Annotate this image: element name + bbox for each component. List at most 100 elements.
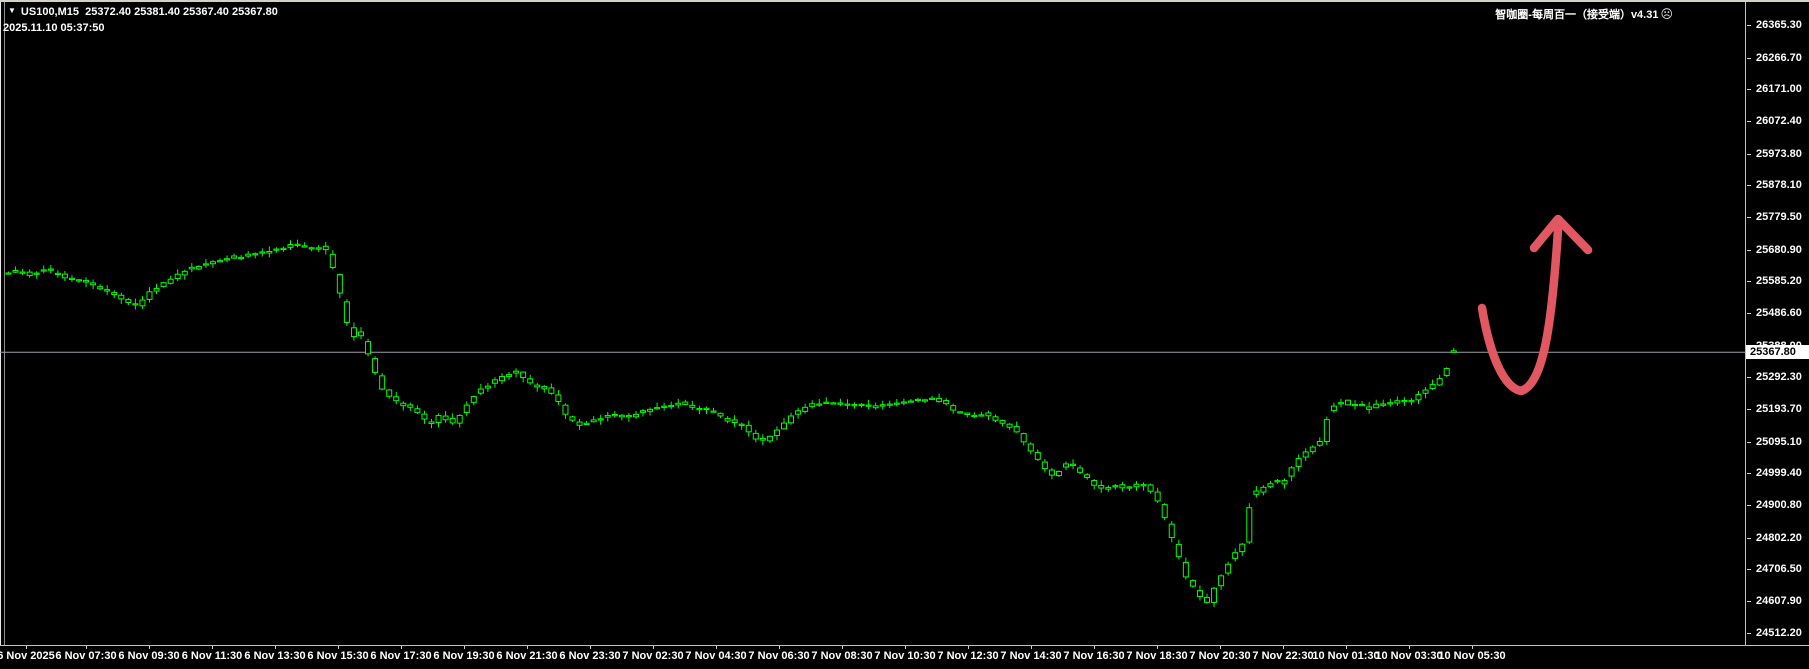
candlestick	[944, 401, 949, 404]
candlestick	[810, 404, 815, 407]
time-axis-tick	[905, 646, 906, 649]
candlestick	[91, 283, 96, 285]
candlestick	[887, 404, 892, 405]
price-axis-label: 25680.90	[1756, 244, 1802, 256]
candlestick	[1106, 488, 1111, 490]
time-axis-label: 7 Nov 08:30	[811, 650, 872, 662]
candlestick	[1134, 484, 1139, 487]
candlestick	[316, 248, 321, 249]
price-axis-label: 25878.10	[1756, 179, 1802, 191]
candlestick	[1360, 405, 1365, 406]
candlestick	[203, 264, 208, 265]
sad-face-icon: ☹	[1660, 7, 1673, 21]
candlestick	[1113, 486, 1118, 487]
candlestick	[521, 372, 526, 377]
candlestick	[937, 398, 942, 401]
candlestick	[908, 401, 913, 402]
time-axis-tick	[842, 646, 843, 649]
candlestick	[986, 413, 991, 416]
candlestick	[662, 406, 667, 407]
candlestick	[584, 423, 589, 424]
candlestick	[1127, 487, 1132, 488]
candlestick	[1085, 475, 1090, 478]
candlestick	[55, 273, 60, 274]
time-axis-label: 6 Nov 09:30	[118, 650, 179, 662]
candlestick	[1064, 464, 1069, 467]
candlestick	[831, 403, 836, 404]
candlestick	[1409, 401, 1414, 402]
candlestick	[1233, 553, 1238, 559]
candlestick	[288, 245, 293, 248]
candlestick	[210, 262, 215, 264]
candlestick	[901, 402, 906, 403]
candlestick	[337, 275, 342, 293]
candlestick	[77, 280, 82, 281]
candlestick	[1190, 581, 1195, 586]
candlestick	[697, 409, 702, 410]
candlestick	[951, 406, 956, 410]
time-axis-label: 7 Nov 16:30	[1063, 650, 1124, 662]
candlestick	[1226, 564, 1231, 573]
candlestick	[41, 270, 46, 271]
candlestick	[1395, 401, 1400, 403]
candlestick	[119, 295, 124, 299]
candlestick	[478, 389, 483, 393]
time-axis-label: 10 Nov 05:30	[1438, 650, 1505, 662]
time-axis-tick	[716, 646, 717, 649]
candlestick	[1071, 464, 1076, 465]
candlestick	[690, 405, 695, 407]
candlestick	[880, 405, 885, 406]
price-axis-tick	[1747, 185, 1751, 186]
time-axis-label: 7 Nov 20:30	[1189, 650, 1250, 662]
candlestick	[1374, 404, 1379, 408]
price-axis-label: 25095.10	[1756, 436, 1802, 448]
candlestick	[507, 375, 512, 377]
candlestick	[1437, 379, 1442, 385]
price-axis[interactable]: 26365.3026266.7026171.0026072.4025973.80…	[1745, 2, 1809, 645]
price-axis-label: 26171.00	[1756, 83, 1802, 95]
time-axis[interactable]: 6 Nov 20256 Nov 07:306 Nov 09:306 Nov 11…	[0, 645, 1809, 669]
candlestick	[196, 266, 201, 269]
candlestick	[436, 416, 441, 423]
candlestick	[923, 400, 928, 401]
candlestick	[1049, 470, 1054, 475]
candlestick	[161, 283, 166, 287]
candlestick	[232, 256, 237, 258]
candlestick	[739, 424, 744, 425]
ohlc-readout: 25372.40 25381.40 25367.40 25367.80	[85, 6, 278, 18]
symbol-readout: ▼US100,M15 25372.40 25381.40 25367.40 25…	[8, 6, 278, 18]
candlestick	[1303, 452, 1308, 457]
price-axis-label: 24706.50	[1756, 563, 1802, 575]
trend-arrow-body[interactable]	[1482, 230, 1558, 391]
time-axis-tick	[653, 646, 654, 649]
candlestick	[1148, 485, 1153, 491]
candlestick	[408, 405, 413, 407]
candlestick	[612, 415, 617, 416]
candlestick	[1205, 598, 1210, 603]
candlestick	[1042, 462, 1047, 469]
time-axis-tick	[1157, 646, 1158, 649]
candlestick	[105, 290, 110, 291]
candlestick	[873, 406, 878, 408]
current-price-badge: 25367.80	[1746, 345, 1809, 359]
candlestick	[930, 398, 935, 399]
chart-plot-area[interactable]: ▼US100,M15 25372.40 25381.40 25367.40 25…	[0, 2, 1745, 645]
candlestick	[669, 405, 674, 406]
candlestick	[1056, 472, 1061, 476]
candlestick	[626, 416, 631, 417]
candlestick-chart[interactable]	[0, 0, 1809, 669]
candlestick	[1346, 400, 1351, 405]
candlestick	[711, 411, 716, 412]
candlestick	[1296, 459, 1301, 467]
price-axis-tick	[1747, 538, 1751, 539]
candlestick	[401, 403, 406, 405]
candlestick	[500, 377, 505, 381]
candlestick	[1430, 384, 1435, 388]
price-axis-tick	[1747, 154, 1751, 155]
candlestick	[239, 257, 244, 258]
candlestick	[394, 397, 399, 401]
candlestick	[13, 271, 18, 273]
symbol-dropdown-icon[interactable]: ▼	[8, 6, 16, 15]
candlestick	[1451, 351, 1456, 353]
candlestick	[852, 405, 857, 406]
